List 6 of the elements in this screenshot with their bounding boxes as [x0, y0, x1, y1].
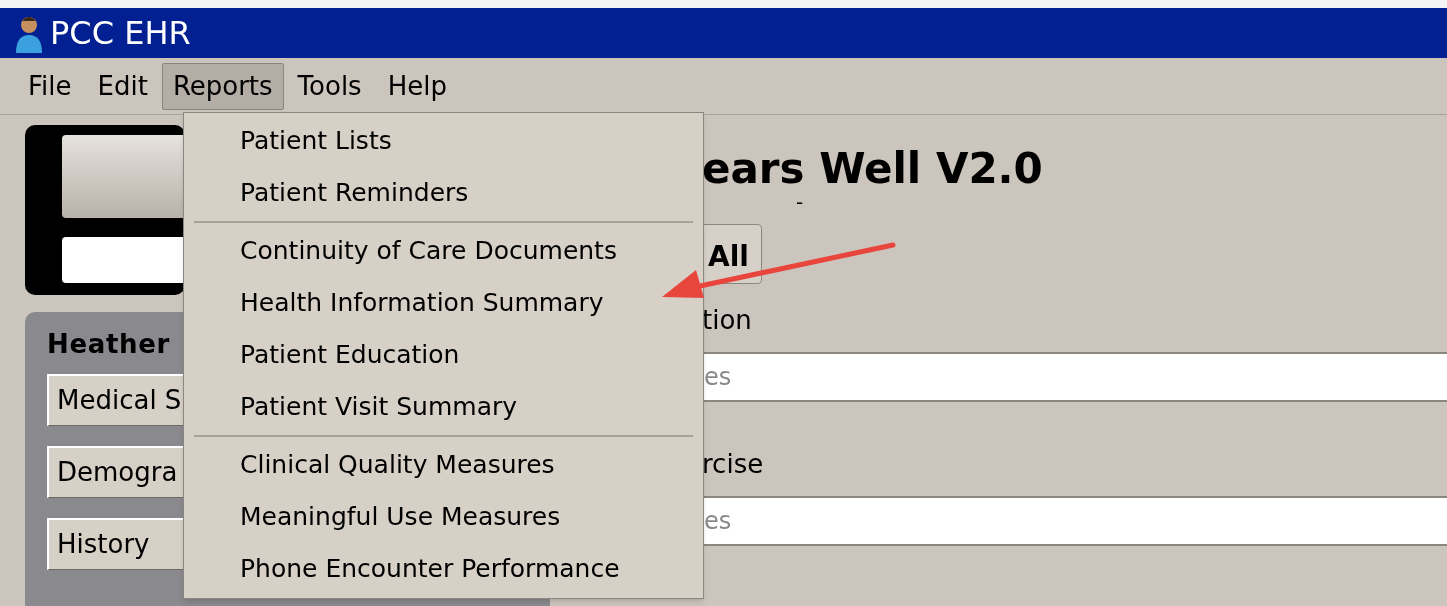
section-label: tion [702, 304, 753, 336]
window-title: PCC EHR [50, 17, 191, 49]
subtitle-text: - [796, 192, 805, 212]
section-label: rcise [702, 448, 765, 480]
form-title: ears Well V2.0 [702, 148, 1044, 190]
patient-name: Heather [47, 327, 170, 360]
